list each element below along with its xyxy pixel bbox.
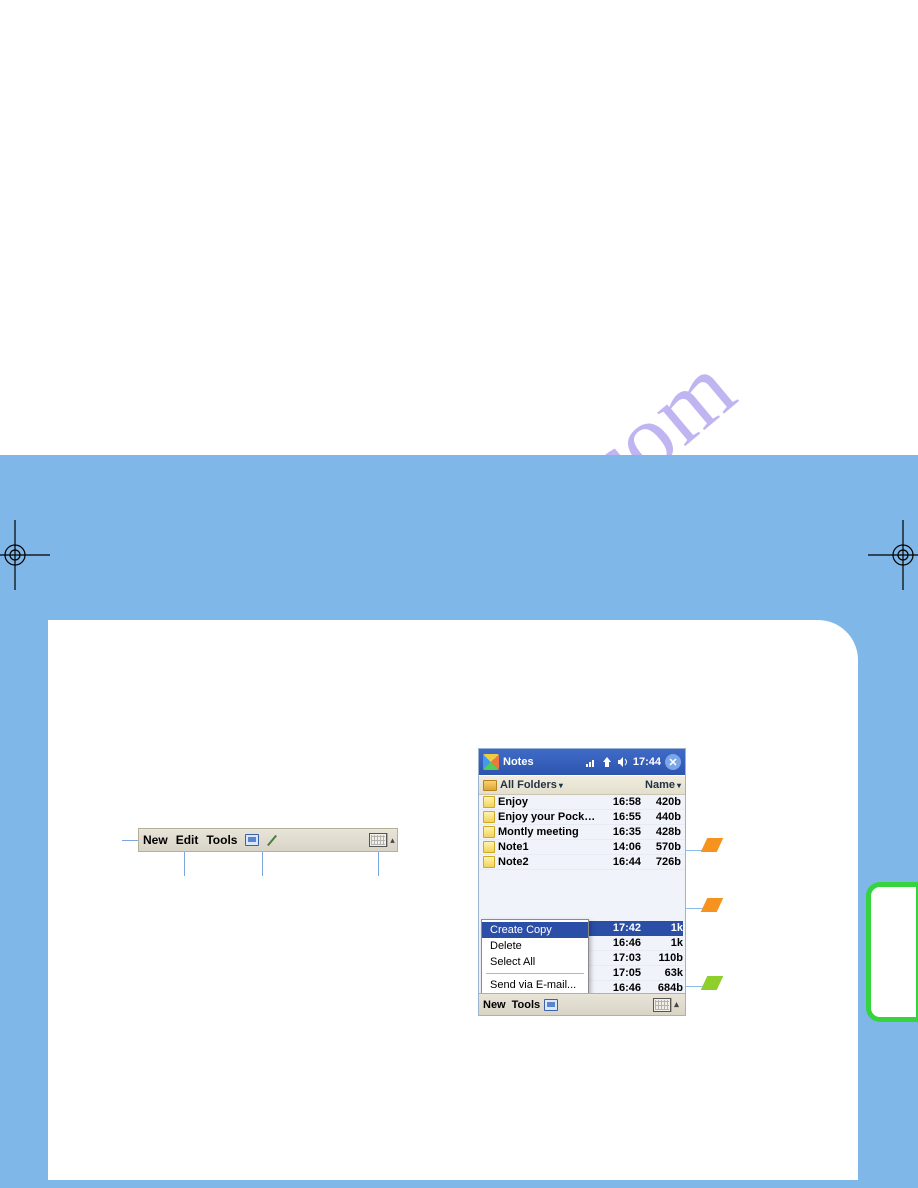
page-section-tab [866,882,918,1022]
file-time: 14:06 [597,841,641,853]
file-name: Enjoy your Pocke... [498,811,597,823]
file-row[interactable]: Montly meeting16:35428b [479,825,685,840]
close-icon[interactable]: ✕ [665,754,681,770]
file-time: 16:58 [597,796,641,808]
file-size: 428b [641,826,681,838]
file-time: 17:03 [589,952,641,964]
keyboard-icon[interactable] [653,997,671,1013]
context-menu-item[interactable]: Delete [482,938,588,954]
file-size: 440b [641,811,681,823]
menu-separator [486,973,584,974]
folder-dropdown[interactable]: All Folders [500,779,557,791]
context-menu-item[interactable]: Send via E-mail... [482,977,588,993]
file-size: 1k [641,937,683,949]
file-name: Note2 [498,856,597,868]
file-row[interactable]: Note216:44726b [479,855,685,870]
callout-tick [378,852,379,876]
speaker-icon [617,756,629,768]
folder-icon [483,780,497,791]
file-name: Enjoy [498,796,597,808]
file-name: Note1 [498,841,597,853]
footer-tools[interactable]: Tools [512,999,541,1011]
callout-tick [184,852,185,876]
file-row[interactable]: 17:421k [589,921,683,936]
file-row[interactable]: Enjoy your Pocke...16:55440b [479,810,685,825]
record-icon[interactable] [542,997,560,1013]
context-menu-item[interactable]: Create Copy [482,922,588,938]
chevron-down-icon: ▾ [677,781,681,790]
pen-icon[interactable] [263,832,281,848]
start-flag-icon[interactable] [483,754,499,770]
file-size: 110b [641,952,683,964]
file-size: 570b [641,841,681,853]
callout-leader [122,840,138,841]
app-title: Notes [503,756,534,768]
decorative-band [0,455,918,640]
file-size: 726b [641,856,681,868]
device-footer-toolbar: New Tools ▴ [479,993,685,1015]
toolbar-edit[interactable]: Edit [172,833,203,847]
input-panel-arrow-icon[interactable]: ▴ [671,998,681,1012]
file-name: Montly meeting [498,826,597,838]
file-time: 16:55 [597,811,641,823]
note-icon [483,841,495,853]
input-panel-arrow-icon[interactable]: ▴ [387,833,397,847]
toolbar-tools[interactable]: Tools [202,833,241,847]
toolbar-new[interactable]: New [139,833,172,847]
callout-tick [262,852,263,876]
page-panel [48,620,858,1180]
registration-mark-left-icon [0,520,50,590]
file-size: 1k [641,922,683,934]
folder-bar: All Folders ▾ Name ▾ [479,775,685,795]
note-icon [483,826,495,838]
footer-new[interactable]: New [483,999,512,1011]
file-size: 63k [641,967,683,979]
file-time: 17:42 [589,922,641,934]
file-row[interactable]: 17:03110b [589,951,683,966]
clock: 17:44 [633,756,661,768]
note-icon [483,796,495,808]
file-time: 16:44 [597,856,641,868]
keyboard-icon[interactable] [369,832,387,848]
file-row[interactable]: 16:461k [589,936,683,951]
file-time: 17:05 [589,967,641,979]
file-row[interactable]: Enjoy16:58420b [479,795,685,810]
note-icon [483,811,495,823]
notes-toolbar: New Edit Tools ▴ [138,828,398,852]
device-titlebar: Notes 17:44 ✕ [479,749,685,775]
file-row[interactable]: Note114:06570b [479,840,685,855]
connectivity-icon [585,756,597,768]
file-row[interactable]: 17:0563k [589,966,683,981]
file-list-area: Enjoy16:58420bEnjoy your Pocke...16:5544… [479,795,685,1015]
record-icon[interactable] [243,832,261,848]
file-size: 420b [641,796,681,808]
file-time: 16:35 [597,826,641,838]
sort-dropdown[interactable]: Name [645,779,675,791]
pocket-pc-screenshot: Notes 17:44 ✕ All Folders ▾ Name ▾ Enjoy… [478,748,686,1016]
registration-mark-right-icon [868,520,918,590]
signal-icon [601,756,613,768]
chevron-down-icon: ▾ [559,781,563,790]
note-icon [483,856,495,868]
file-time: 16:46 [589,937,641,949]
context-menu-item[interactable]: Select All [482,954,588,970]
